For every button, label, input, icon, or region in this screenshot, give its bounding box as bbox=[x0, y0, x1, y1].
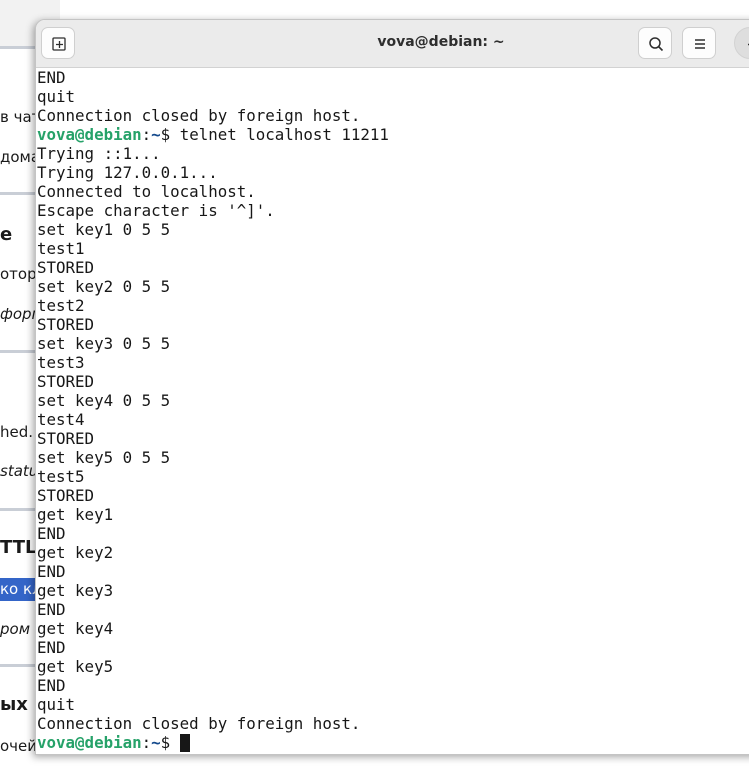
minimize-button[interactable] bbox=[734, 27, 749, 59]
output-line: Connected to localhost. bbox=[37, 182, 256, 201]
output-line: test4 bbox=[37, 410, 85, 429]
output-line: set key1 0 5 5 bbox=[37, 220, 171, 239]
output-line: get key4 bbox=[37, 619, 114, 638]
output-line: test2 bbox=[37, 296, 85, 315]
background-divider bbox=[0, 508, 40, 511]
text-cursor bbox=[179, 734, 190, 752]
output-line: STORED bbox=[37, 315, 95, 334]
output-line: test1 bbox=[37, 239, 85, 258]
prompt-symbol: $ bbox=[160, 125, 180, 144]
output-line: END bbox=[37, 638, 66, 657]
output-line: test3 bbox=[37, 353, 85, 372]
background-heading: e bbox=[0, 224, 13, 245]
background-divider bbox=[0, 350, 40, 353]
output-line: END bbox=[37, 68, 66, 87]
background-heading: TTL bbox=[0, 537, 37, 558]
output-line: get key3 bbox=[37, 581, 114, 600]
background-divider bbox=[0, 46, 40, 49]
terminal-window: vova@debian: ~ END quit Connection closed … bbox=[35, 19, 749, 755]
prompt-path: ~ bbox=[151, 733, 161, 752]
output-line: get key1 bbox=[37, 505, 114, 524]
background-text: statu bbox=[0, 462, 39, 480]
background-text: hed. bbox=[0, 423, 34, 441]
prompt-line: vova@debian:~$ telnet localhost 11211 bbox=[37, 125, 749, 144]
output-line: Connection closed by foreign host. bbox=[37, 714, 361, 733]
prompt-user-host: vova@debian bbox=[37, 125, 142, 144]
output-line: get key5 bbox=[37, 657, 114, 676]
minimize-icon bbox=[748, 43, 749, 46]
prompt-symbol: $ bbox=[160, 733, 180, 752]
output-line: STORED bbox=[37, 372, 95, 391]
output-line: Connection closed by foreign host. bbox=[37, 106, 361, 125]
prompt-separator: : bbox=[141, 733, 152, 752]
command-text: telnet localhost 11211 bbox=[179, 125, 389, 144]
background-divider bbox=[0, 192, 40, 195]
output-line: set key5 0 5 5 bbox=[37, 448, 171, 467]
main-menu-button[interactable] bbox=[682, 27, 716, 59]
output-line: set key2 0 5 5 bbox=[37, 277, 171, 296]
prompt-path: ~ bbox=[151, 125, 161, 144]
output-line: END bbox=[37, 676, 66, 695]
output-line: STORED bbox=[37, 486, 95, 505]
output-line: Trying ::1... bbox=[37, 144, 161, 163]
output-line: quit bbox=[37, 87, 76, 106]
output-line: set key3 0 5 5 bbox=[37, 334, 171, 353]
prompt-line: vova@debian:~$ bbox=[37, 733, 749, 752]
search-icon bbox=[649, 37, 664, 52]
prompt-separator: : bbox=[141, 125, 152, 144]
terminal-header-bar[interactable]: vova@debian: ~ bbox=[36, 20, 749, 68]
output-line: test5 bbox=[37, 467, 85, 486]
output-line: get key2 bbox=[37, 543, 114, 562]
prompt-user-host: vova@debian bbox=[37, 733, 142, 752]
output-line: STORED bbox=[37, 429, 95, 448]
background-text: очей bbox=[0, 737, 38, 755]
hamburger-menu-icon bbox=[695, 39, 705, 49]
output-line: STORED bbox=[37, 258, 95, 277]
background-divider bbox=[0, 664, 40, 667]
output-line: Trying 127.0.0.1... bbox=[37, 163, 218, 182]
output-line: set key4 0 5 5 bbox=[37, 391, 171, 410]
output-line: END bbox=[37, 562, 66, 581]
output-line: quit bbox=[37, 695, 76, 714]
output-line: Escape character is '^]'. bbox=[37, 201, 275, 220]
terminal-output[interactable]: END quit Connection closed by foreign host… bbox=[36, 68, 749, 754]
output-line: END bbox=[37, 524, 66, 543]
search-button[interactable] bbox=[638, 27, 672, 59]
output-line: END bbox=[37, 600, 66, 619]
